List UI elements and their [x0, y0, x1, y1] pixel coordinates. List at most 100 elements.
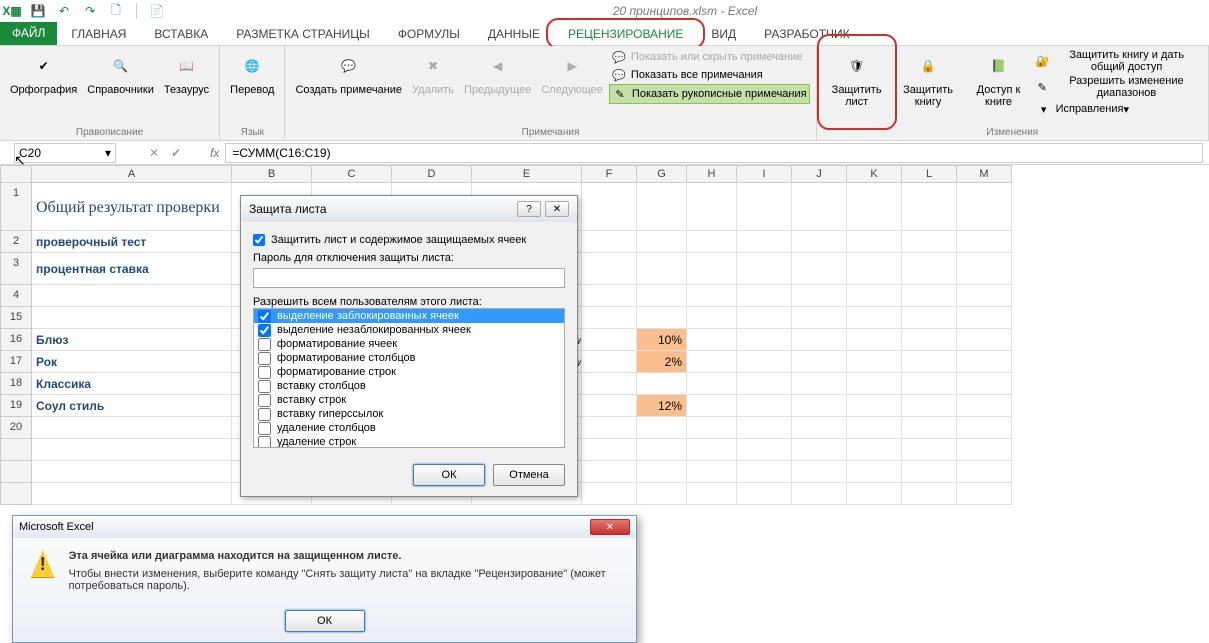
- cell[interactable]: [902, 329, 957, 351]
- cell[interactable]: [902, 231, 957, 253]
- cell[interactable]: [737, 483, 792, 505]
- undo-icon[interactable]: ↶: [56, 3, 72, 19]
- col-header[interactable]: A: [32, 165, 232, 183]
- cell[interactable]: [32, 439, 232, 461]
- cell[interactable]: [847, 253, 902, 285]
- cell[interactable]: [792, 483, 847, 505]
- cell[interactable]: [582, 373, 637, 395]
- cell[interactable]: [32, 307, 232, 329]
- row-header[interactable]: 4: [0, 285, 32, 307]
- cell[interactable]: [847, 183, 902, 231]
- cell[interactable]: [957, 285, 1012, 307]
- permission-option[interactable]: вставку столбцов: [254, 379, 564, 393]
- cell[interactable]: [792, 351, 847, 373]
- permission-option[interactable]: форматирование строк: [254, 365, 564, 379]
- cell[interactable]: [792, 417, 847, 439]
- showall-comments-button[interactable]: 💬Показать все примечания: [609, 66, 765, 84]
- cell[interactable]: [957, 329, 1012, 351]
- cell[interactable]: [582, 183, 637, 231]
- cell[interactable]: [687, 483, 737, 505]
- cell[interactable]: [847, 351, 902, 373]
- cell[interactable]: [957, 395, 1012, 417]
- cell[interactable]: 2%: [637, 351, 687, 373]
- row-header[interactable]: 16: [0, 329, 32, 351]
- col-header[interactable]: E: [472, 165, 582, 183]
- cell[interactable]: [902, 373, 957, 395]
- cell[interactable]: [687, 417, 737, 439]
- permission-option[interactable]: вставку гиперссылок: [254, 407, 564, 421]
- col-header[interactable]: K: [847, 165, 902, 183]
- cancel-button[interactable]: Отмена: [493, 464, 565, 486]
- cell[interactable]: [957, 373, 1012, 395]
- cell[interactable]: [737, 307, 792, 329]
- cell[interactable]: [902, 461, 957, 483]
- cell[interactable]: Соул стиль: [32, 395, 232, 417]
- cell[interactable]: [582, 395, 637, 417]
- cell[interactable]: [582, 439, 637, 461]
- cell[interactable]: [792, 253, 847, 285]
- cell[interactable]: [637, 373, 687, 395]
- permission-option[interactable]: вставку строк: [254, 393, 564, 407]
- save-icon[interactable]: 💾: [30, 3, 46, 19]
- cell[interactable]: [637, 231, 687, 253]
- cell[interactable]: [637, 253, 687, 285]
- new-icon[interactable]: 🗋: [108, 3, 124, 19]
- cell[interactable]: [902, 351, 957, 373]
- cell[interactable]: [792, 231, 847, 253]
- cell[interactable]: [957, 253, 1012, 285]
- cell[interactable]: [32, 483, 232, 505]
- cell[interactable]: [687, 461, 737, 483]
- cell[interactable]: [737, 461, 792, 483]
- cell[interactable]: [957, 417, 1012, 439]
- spelling-button[interactable]: ✔Орфография: [6, 48, 81, 98]
- row-header[interactable]: 3: [0, 253, 32, 285]
- cell[interactable]: [902, 483, 957, 505]
- cell[interactable]: Классика: [32, 373, 232, 395]
- ok-button[interactable]: ОК: [413, 464, 485, 486]
- row-header[interactable]: [0, 439, 32, 461]
- cell[interactable]: [792, 307, 847, 329]
- fx-icon[interactable]: fx: [210, 146, 219, 160]
- row-header[interactable]: [0, 483, 32, 505]
- cell[interactable]: [737, 253, 792, 285]
- tab-formulas[interactable]: ФОРМУЛЫ: [384, 22, 474, 45]
- col-header[interactable]: B: [232, 165, 312, 183]
- cell[interactable]: [582, 307, 637, 329]
- cell[interactable]: [847, 307, 902, 329]
- cell[interactable]: [792, 461, 847, 483]
- help-icon[interactable]: ?: [517, 201, 541, 217]
- formula-bar[interactable]: =СУММ(С16:С19): [225, 143, 1203, 163]
- col-header[interactable]: M: [957, 165, 1012, 183]
- tab-review[interactable]: РЕЦЕНЗИРОВАНИЕ: [554, 22, 697, 45]
- cell[interactable]: Общий результат проверки: [32, 183, 232, 231]
- cell[interactable]: [737, 285, 792, 307]
- cell[interactable]: [847, 329, 902, 351]
- cell[interactable]: [32, 417, 232, 439]
- dropdown-icon[interactable]: ▾: [105, 146, 111, 160]
- tab-data[interactable]: ДАННЫЕ: [474, 22, 554, 45]
- track-changes-button[interactable]: ▾Исправления ▾: [1034, 100, 1131, 118]
- cell[interactable]: [792, 183, 847, 231]
- cell[interactable]: [737, 373, 792, 395]
- cell[interactable]: процентная ставка: [32, 253, 232, 285]
- close-icon[interactable]: ✕: [590, 519, 630, 535]
- cell[interactable]: [582, 461, 637, 483]
- cell[interactable]: [847, 395, 902, 417]
- tab-home[interactable]: ГЛАВНАЯ: [57, 22, 140, 45]
- cell[interactable]: [737, 183, 792, 231]
- col-header[interactable]: C: [312, 165, 392, 183]
- tab-insert[interactable]: ВСТАВКА: [140, 22, 222, 45]
- tab-file[interactable]: ФАЙЛ: [0, 22, 57, 45]
- protect-sheet-button[interactable]: 🛡Защитить лист: [823, 48, 891, 110]
- cell[interactable]: [957, 307, 1012, 329]
- research-button[interactable]: 🔍Справочники: [83, 48, 158, 98]
- cell[interactable]: [582, 231, 637, 253]
- cell[interactable]: [687, 285, 737, 307]
- row-header[interactable]: 20: [0, 417, 32, 439]
- col-header[interactable]: F: [582, 165, 637, 183]
- cell[interactable]: [902, 253, 957, 285]
- cell[interactable]: [687, 351, 737, 373]
- cell[interactable]: [637, 285, 687, 307]
- allow-ranges-button[interactable]: ✎Разрешить изменение диапазонов: [1034, 74, 1202, 100]
- cell[interactable]: [902, 395, 957, 417]
